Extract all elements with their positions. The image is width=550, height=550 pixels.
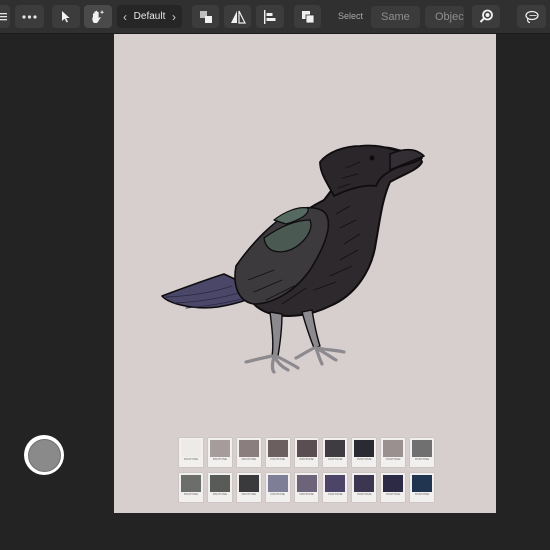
swatch-chip [412, 475, 433, 492]
swatch-chip [209, 440, 230, 457]
boolean-ops-icon [301, 10, 314, 23]
swatch-chip [325, 440, 346, 457]
swatch-label: PANTONE [183, 457, 199, 461]
flip-button[interactable] [224, 5, 251, 28]
select-same-button[interactable]: Same [371, 6, 420, 28]
more-button[interactable] [15, 5, 44, 28]
swatch-label: PANTONE [241, 492, 256, 496]
swatch-card[interactable]: PANTONE [236, 438, 261, 467]
swatch-card[interactable]: PANTONE [323, 438, 348, 467]
swatch-card[interactable]: PANTONE [381, 438, 406, 467]
menu-button[interactable] [0, 5, 10, 28]
swatch-card[interactable]: PANTONE [352, 438, 377, 467]
hamburger-menu-icon [0, 13, 7, 21]
swatch-card[interactable]: PANTONE [207, 438, 232, 467]
record-button[interactable] [24, 435, 64, 475]
swatch-card[interactable]: PANTONE [236, 473, 261, 502]
select-label: Select [338, 11, 364, 21]
pointer-arrow-icon [62, 11, 70, 23]
swatch-row-1: PANTONE PANTONE PANTONE PANTONE PANTONE … [179, 438, 435, 467]
swatch-label: PANTONE [270, 457, 285, 461]
swatch-chip [209, 475, 230, 492]
swatch-label: PANTONE [357, 457, 372, 461]
context-next-icon[interactable]: › [172, 10, 176, 24]
hand-sparkle-icon [92, 10, 105, 23]
swatch-label: PANTONE [299, 492, 314, 496]
swatch-card[interactable]: PANTONE [294, 438, 319, 467]
swatch-card[interactable]: PANTONE [381, 473, 406, 502]
swatch-card[interactable]: PANTONE [265, 473, 290, 502]
swatch-chip [238, 440, 259, 457]
swatch-label: PANTONE [212, 492, 227, 496]
swatch-label: PANTONE [328, 492, 343, 496]
pantone-swatches: PANTONE PANTONE PANTONE PANTONE PANTONE … [179, 438, 435, 508]
select-object-button[interactable]: Objec [425, 6, 464, 28]
swatch-card[interactable]: PANTONE [410, 473, 435, 502]
top-toolbar: ‹ Default › Select Same Objec [0, 0, 550, 34]
hand-tool-button[interactable] [84, 5, 112, 28]
swatch-chip [296, 440, 317, 457]
swatch-card[interactable]: PANTONE [323, 473, 348, 502]
swatch-label: PANTONE [212, 457, 227, 461]
swatch-label: PANTONE [270, 492, 285, 496]
swatch-label: PANTONE [357, 492, 372, 496]
swatch-card[interactable]: PANTONE [265, 438, 290, 467]
swatch-card[interactable]: PANTONE [179, 473, 203, 502]
context-label: Default [133, 11, 166, 22]
swatch-label: PANTONE [386, 457, 401, 461]
swatch-chip [267, 440, 288, 457]
swatch-label: PANTONE [415, 492, 430, 496]
zoom-icon [479, 9, 493, 23]
arrange-icon [199, 10, 212, 23]
context-prev-icon[interactable]: ‹ [123, 10, 127, 24]
align-icon [264, 9, 276, 24]
swatch-card[interactable]: PANTONE [352, 473, 377, 502]
record-button-icon [27, 438, 61, 472]
swatch-card[interactable]: PANTONE [207, 473, 232, 502]
swatch-chip [181, 475, 201, 492]
arrange-button[interactable] [192, 5, 219, 28]
swatch-chip [412, 440, 433, 457]
swatch-chip [238, 475, 259, 492]
zoom-button[interactable] [472, 5, 500, 28]
swatch-chip [354, 440, 375, 457]
align-button[interactable] [256, 5, 284, 28]
swatch-card[interactable]: PANTONE [410, 438, 435, 467]
flip-icon [230, 10, 246, 24]
context-selector[interactable]: ‹ Default › [117, 5, 182, 28]
swatch-label: PANTONE [299, 457, 314, 461]
move-tool-button[interactable] [52, 5, 80, 28]
swatch-chip [354, 475, 375, 492]
swatch-label: PANTONE [415, 457, 430, 461]
swatch-label: PANTONE [328, 457, 343, 461]
swatch-row-2: PANTONE PANTONE PANTONE PANTONE PANTONE … [179, 473, 435, 502]
swatch-chip [181, 440, 201, 457]
swatch-chip [383, 475, 404, 492]
swatch-card[interactable]: PANTONE [294, 473, 319, 502]
swatch-label: PANTONE [241, 457, 256, 461]
swatch-chip [325, 475, 346, 492]
swatch-card[interactable]: PANTONE [179, 438, 203, 467]
swatch-chip [267, 475, 288, 492]
lasso-button[interactable] [517, 5, 546, 28]
ellipsis-icon [22, 14, 37, 19]
swatch-label: PANTONE [386, 492, 401, 496]
swatch-label: PANTONE [183, 492, 199, 496]
swatch-chip [296, 475, 317, 492]
raven-illustration[interactable] [114, 34, 496, 434]
document-page[interactable]: PANTONE PANTONE PANTONE PANTONE PANTONE … [114, 34, 496, 513]
swatch-chip [383, 440, 404, 457]
lasso-icon [525, 10, 539, 23]
boolean-ops-button[interactable] [294, 5, 321, 28]
